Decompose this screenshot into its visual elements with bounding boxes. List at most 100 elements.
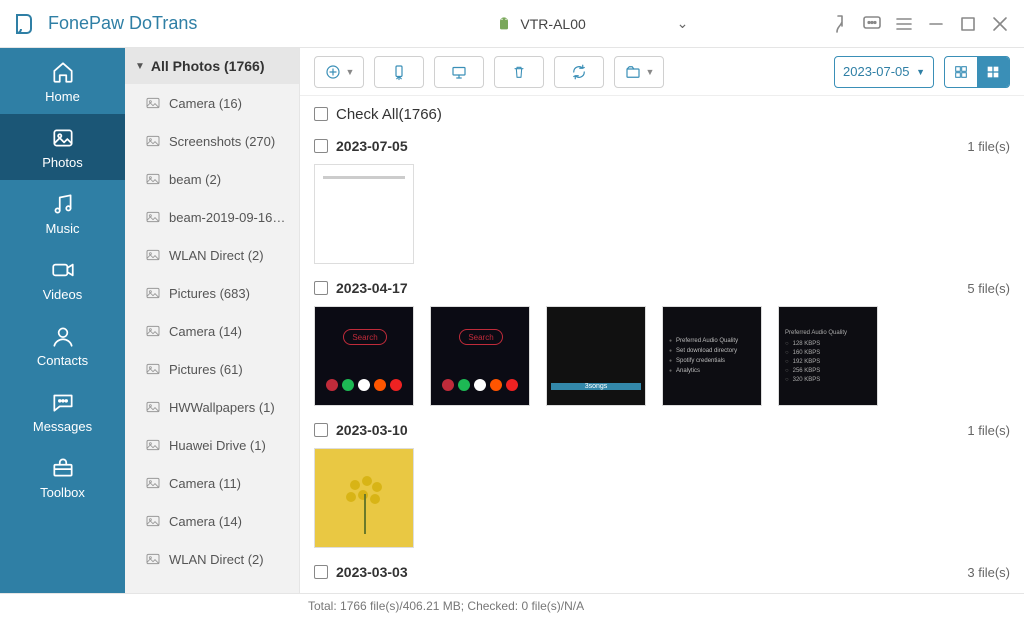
grid-view-button[interactable] [977,57,1009,87]
album-button[interactable]: ▼ [614,56,664,88]
folder-item[interactable]: WLAN Direct (2) [125,540,299,578]
sidebar: Home Photos Music Videos Contacts Messages Too… [0,48,125,593]
nav-label: Home [45,89,80,104]
nav-music[interactable]: Music [0,180,125,246]
list-view-button[interactable] [945,57,977,87]
export-pc-button[interactable] [434,56,484,88]
nav-label: Toolbox [40,485,85,500]
group-count: 1 file(s) [967,139,1010,154]
folder-item[interactable]: Huawei Drive (1) [125,426,299,464]
folder-label: Pictures (61) [169,362,243,377]
export-device-button[interactable] [374,56,424,88]
nav-label: Videos [43,287,83,302]
group-count: 3 file(s) [967,565,1010,580]
collapse-icon: ▼ [135,61,145,72]
group-count: 1 file(s) [967,423,1010,438]
view-toggle [944,56,1010,88]
nav-messages[interactable]: Messages [0,378,125,444]
menu-icon[interactable] [892,12,916,36]
folder-label: beam (2) [169,172,221,187]
thumb-row [314,444,1010,558]
folder-item[interactable]: Pictures (61) [125,350,299,388]
nav-label: Messages [33,419,92,434]
folder-item[interactable]: Camera (14) [125,312,299,350]
photo-groups: 2023-07-05 1 file(s) 2023-04-175 file(s) Se… [300,132,1024,593]
maximize-icon[interactable] [956,12,980,36]
photo-thumb[interactable]: Search [314,306,414,406]
status-text: Total: 1766 file(s)/406.21 MB; Checked: … [308,599,584,613]
device-selector[interactable]: VTR-AL00 ⌄ [487,8,697,40]
photo-thumb[interactable]: Preferred Audio QualitySet download dire… [662,306,762,406]
date-filter[interactable]: 2023-07-05 ▼ [834,56,934,88]
folder-item[interactable]: Screenshots (270) [125,122,299,160]
messages-icon [50,389,76,415]
group-checkbox[interactable] [314,565,328,579]
nav-videos[interactable]: Videos [0,246,125,312]
photo-thumb[interactable] [314,164,414,264]
folder-item[interactable]: Pictures (683) [125,274,299,312]
chevron-down-icon: ⌄ [677,15,689,32]
music-icon [50,191,76,217]
share-icon[interactable] [828,12,852,36]
app-name: FonePaw DoTrans [48,13,197,34]
date-filter-value: 2023-07-05 [843,64,910,79]
check-all-row[interactable]: Check All(1766) [300,96,1024,132]
delete-button[interactable] [494,56,544,88]
folder-item[interactable]: Camera (14) [125,502,299,540]
folder-item[interactable]: HWWallpapers (1) [125,388,299,426]
group-date: 2023-04-17 [336,280,408,296]
nav-contacts[interactable]: Contacts [0,312,125,378]
thumb-row [314,160,1010,274]
nav-label: Photos [42,155,82,170]
add-button[interactable]: ▼ [314,56,364,88]
check-all-label: Check All(1766) [336,106,442,123]
photo-thumb[interactable]: Search [430,306,530,406]
photos-icon [50,125,76,151]
nav-label: Music [46,221,80,236]
refresh-button[interactable] [554,56,604,88]
group-checkbox[interactable] [314,423,328,437]
folder-item[interactable]: beam-2019-09-16 (77) [125,198,299,236]
group-date: 2023-07-05 [336,138,408,154]
folder-label: Huawei Drive (1) [169,438,266,453]
toolbar: ▼ ▼ 2023-07-05 ▼ [300,48,1024,96]
nav-photos[interactable]: Photos [0,114,125,180]
toolbox-icon [50,455,76,481]
close-icon[interactable] [988,12,1012,36]
photo-thumb[interactable] [314,448,414,548]
folder-item[interactable]: Camera (16) [125,84,299,122]
group-checkbox[interactable] [314,281,328,295]
folder-label: Screenshots (270) [169,134,275,149]
android-icon [496,16,512,32]
check-all-checkbox[interactable] [314,107,328,121]
minimize-icon[interactable] [924,12,948,36]
photo-thumb[interactable]: 3songs [546,306,646,406]
group-checkbox[interactable] [314,139,328,153]
title-actions [828,12,1024,36]
photo-thumb[interactable]: Preferred Audio Quality128 KBPS160 KBPS1… [778,306,878,406]
folder-label: WLAN Direct (2) [169,552,264,567]
device-name: VTR-AL00 [520,16,668,32]
feedback-icon[interactable] [860,12,884,36]
group-header[interactable]: 2023-07-05 1 file(s) [314,132,1010,160]
videos-icon [50,257,76,283]
folder-header-label: All Photos (1766) [151,58,265,74]
nav-label: Contacts [37,353,88,368]
folder-label: Camera (14) [169,514,242,529]
folder-header[interactable]: ▼ All Photos (1766) [125,48,299,84]
folder-label: HWWallpapers (1) [169,400,275,415]
nav-home[interactable]: Home [0,48,125,114]
content-pane: ▼ ▼ 2023-07-05 ▼ Check All(1766) 2023-07… [300,48,1024,593]
contacts-icon [50,323,76,349]
group-date: 2023-03-10 [336,422,408,438]
status-bar: Total: 1766 file(s)/406.21 MB; Checked: … [0,593,1024,617]
group-header[interactable]: 2023-03-033 file(s) [314,558,1010,586]
group-header[interactable]: 2023-04-175 file(s) [314,274,1010,302]
folder-item[interactable]: Camera (11) [125,464,299,502]
group-header[interactable]: 2023-03-10 1 file(s) [314,416,1010,444]
folder-item[interactable]: WLAN Direct (2) [125,236,299,274]
folder-label: Camera (16) [169,96,242,111]
folder-label: WLAN Direct (2) [169,248,264,263]
nav-toolbox[interactable]: Toolbox [0,444,125,510]
folder-item[interactable]: beam (2) [125,160,299,198]
